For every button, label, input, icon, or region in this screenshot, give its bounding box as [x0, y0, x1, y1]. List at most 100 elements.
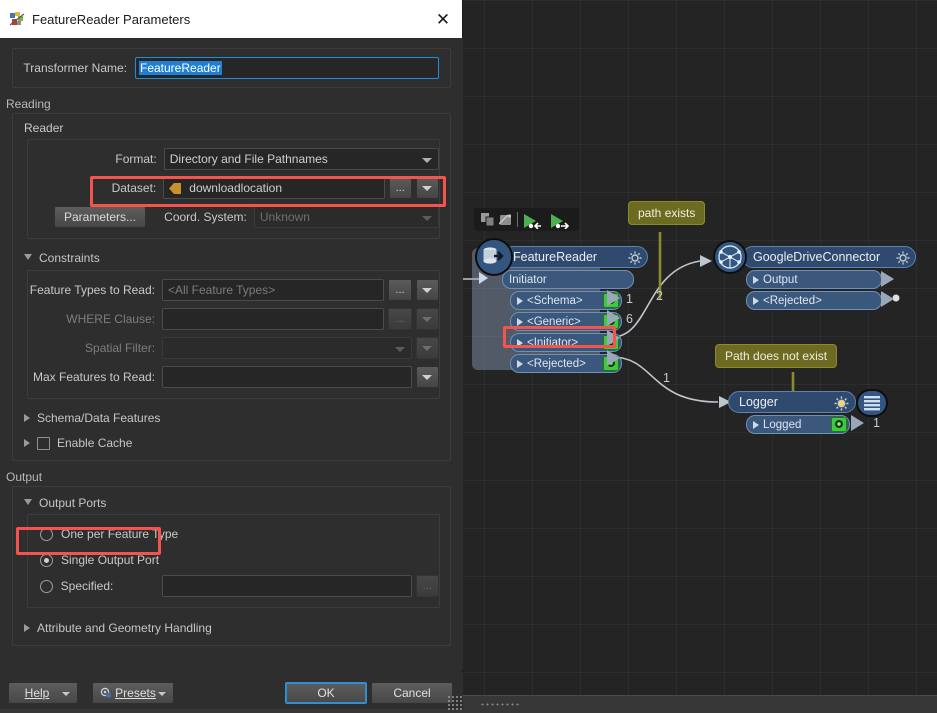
- enable-cache-toggle[interactable]: Enable Cache: [24, 436, 450, 450]
- node-logger[interactable]: Logger Logged: [728, 391, 856, 434]
- splitter-grip[interactable]: [480, 702, 520, 708]
- dialog-titlebar[interactable]: FeatureReader Parameters ✕: [0, 0, 462, 38]
- presets-button[interactable]: Presets: [92, 682, 174, 704]
- edit-icon[interactable]: [498, 213, 512, 226]
- chevron-down-icon: [62, 692, 70, 696]
- reading-section-title: Reading: [6, 97, 51, 111]
- presets-gear-icon: [100, 687, 112, 699]
- duplicate-icon[interactable]: [481, 213, 495, 227]
- output-arrow-logged: [851, 415, 864, 431]
- port-label: <Initiator>: [527, 336, 579, 349]
- port-badge-icon[interactable]: [831, 417, 847, 432]
- output-group: Output Ports One per Feature Type Single…: [12, 486, 451, 646]
- port-initiator-output[interactable]: <Initiator>: [510, 333, 622, 352]
- dataset-input[interactable]: downloadlocation: [163, 177, 385, 199]
- port-triangle-icon: [517, 338, 523, 347]
- fme-workbench-icon: [8, 10, 26, 28]
- where-clause-browse-button[interactable]: ...: [388, 308, 412, 330]
- specified-browse-button[interactable]: ...: [415, 575, 439, 597]
- max-features-row: Max Features to Read:: [28, 365, 439, 389]
- count-logged: 1: [873, 416, 880, 430]
- feature-types-dropdown-button[interactable]: [415, 279, 439, 301]
- max-features-label: Max Features to Read:: [32, 370, 156, 384]
- port-initiator-input[interactable]: Initiator: [502, 270, 634, 289]
- ok-button[interactable]: OK: [285, 682, 367, 704]
- attribute-geometry-toggle[interactable]: Attribute and Geometry Handling: [24, 621, 450, 635]
- help-button[interactable]: Help: [8, 682, 78, 704]
- cancel-button[interactable]: Cancel: [371, 682, 453, 704]
- schema-data-features-toggle[interactable]: Schema/Data Features: [24, 411, 450, 425]
- radio-specified[interactable]: Specified: ...: [40, 573, 439, 599]
- output-ports-label: Output Ports: [39, 496, 107, 510]
- featurereader-header[interactable]: FeatureReader: [502, 246, 648, 268]
- enable-cache-checkbox[interactable]: [37, 436, 50, 450]
- close-icon[interactable]: ✕: [432, 9, 454, 29]
- gear-icon-active[interactable]: [834, 396, 849, 410]
- chevron-down-icon: [422, 316, 433, 322]
- cancel-button-label: Cancel: [393, 686, 431, 700]
- output-arrow-initiator: [607, 330, 620, 346]
- dialog-body: Transformer Name: FeatureReader Reading …: [0, 38, 463, 670]
- radio-button[interactable]: [40, 553, 53, 567]
- radio-button[interactable]: [40, 579, 53, 593]
- output-section-title: Output: [6, 470, 43, 484]
- port-logged[interactable]: Logged: [746, 415, 850, 434]
- radio-single-output-port[interactable]: Single Output Port: [40, 547, 439, 573]
- dataset-dropdown-button[interactable]: [415, 177, 440, 199]
- output-arrow-gdc-output: [881, 271, 894, 287]
- format-row: Format: Directory and File Pathnames: [28, 147, 439, 171]
- specified-input[interactable]: [162, 575, 412, 597]
- spatial-filter-dropdown-button[interactable]: [415, 337, 439, 359]
- googledriveconnector-header[interactable]: GoogleDriveConnector: [742, 246, 916, 268]
- spatial-filter-label: Spatial Filter:: [85, 341, 156, 355]
- gear-icon[interactable]: [628, 251, 642, 264]
- node-mini-toolbar[interactable]: [474, 208, 579, 231]
- format-select[interactable]: Directory and File Pathnames: [163, 148, 439, 170]
- count-initiator: 2: [656, 289, 663, 303]
- annotation-path-exists[interactable]: path exists: [628, 201, 706, 225]
- format-label: Format:: [115, 152, 157, 166]
- featurereader-parameters-dialog[interactable]: FeatureReader Parameters ✕ Transformer N…: [0, 0, 463, 709]
- port-generic[interactable]: <Generic>: [510, 312, 622, 331]
- feature-types-input[interactable]: <All Feature Types>: [161, 279, 385, 301]
- format-value: Directory and File Pathnames: [169, 152, 328, 166]
- chevron-down-icon: [422, 185, 433, 191]
- port-rejected[interactable]: <Rejected>: [510, 354, 622, 373]
- dataset-browse-button[interactable]: ...: [388, 177, 412, 199]
- chevron-down-icon: [394, 347, 405, 352]
- output-ports-toggle[interactable]: Output Ports: [24, 496, 450, 510]
- annotation-path-does-not-exist[interactable]: Path does not exist: [715, 344, 838, 368]
- spatial-filter-row: Spatial Filter:: [28, 336, 439, 360]
- featurereader-title: FeatureReader: [513, 250, 598, 264]
- where-clause-input[interactable]: [161, 308, 385, 330]
- port-triangle-icon: [753, 275, 759, 284]
- ok-button-label: OK: [317, 686, 335, 700]
- port-schema[interactable]: <Schema>: [510, 291, 622, 310]
- coord-system-select[interactable]: Unknown: [253, 206, 439, 228]
- count-rejected: 1: [663, 371, 670, 385]
- help-button-label: Help: [24, 686, 50, 700]
- port-rejected[interactable]: <Rejected>: [746, 291, 882, 310]
- annotation-text: Path does not exist: [725, 349, 828, 363]
- chevron-down-icon: [422, 158, 432, 163]
- parameters-button[interactable]: Parameters...: [54, 206, 147, 228]
- radio-button[interactable]: [40, 527, 53, 541]
- max-features-input[interactable]: [162, 366, 412, 388]
- spatial-filter-select[interactable]: [162, 337, 412, 359]
- port-triangle-icon: [753, 420, 759, 429]
- run-to-here-icon[interactable]: [523, 213, 545, 230]
- feature-types-browse-button[interactable]: ...: [388, 279, 412, 301]
- chevron-down-icon: [24, 499, 32, 505]
- radio-one-per-feature-type[interactable]: One per Feature Type: [40, 521, 439, 547]
- input-arrow-icon: [479, 272, 488, 284]
- where-clause-dropdown-button[interactable]: [415, 308, 439, 330]
- radio-label: Specified:: [60, 579, 114, 593]
- logger-header[interactable]: Logger: [728, 391, 856, 413]
- run-from-here-icon[interactable]: [550, 213, 572, 230]
- max-features-dropdown-button[interactable]: [415, 366, 439, 388]
- dialog-resize-grip[interactable]: [447, 695, 463, 711]
- gear-icon[interactable]: [896, 251, 910, 264]
- transformer-name-input[interactable]: FeatureReader: [135, 57, 439, 79]
- port-output[interactable]: Output: [746, 270, 882, 289]
- constraints-toggle[interactable]: Constraints: [24, 251, 450, 265]
